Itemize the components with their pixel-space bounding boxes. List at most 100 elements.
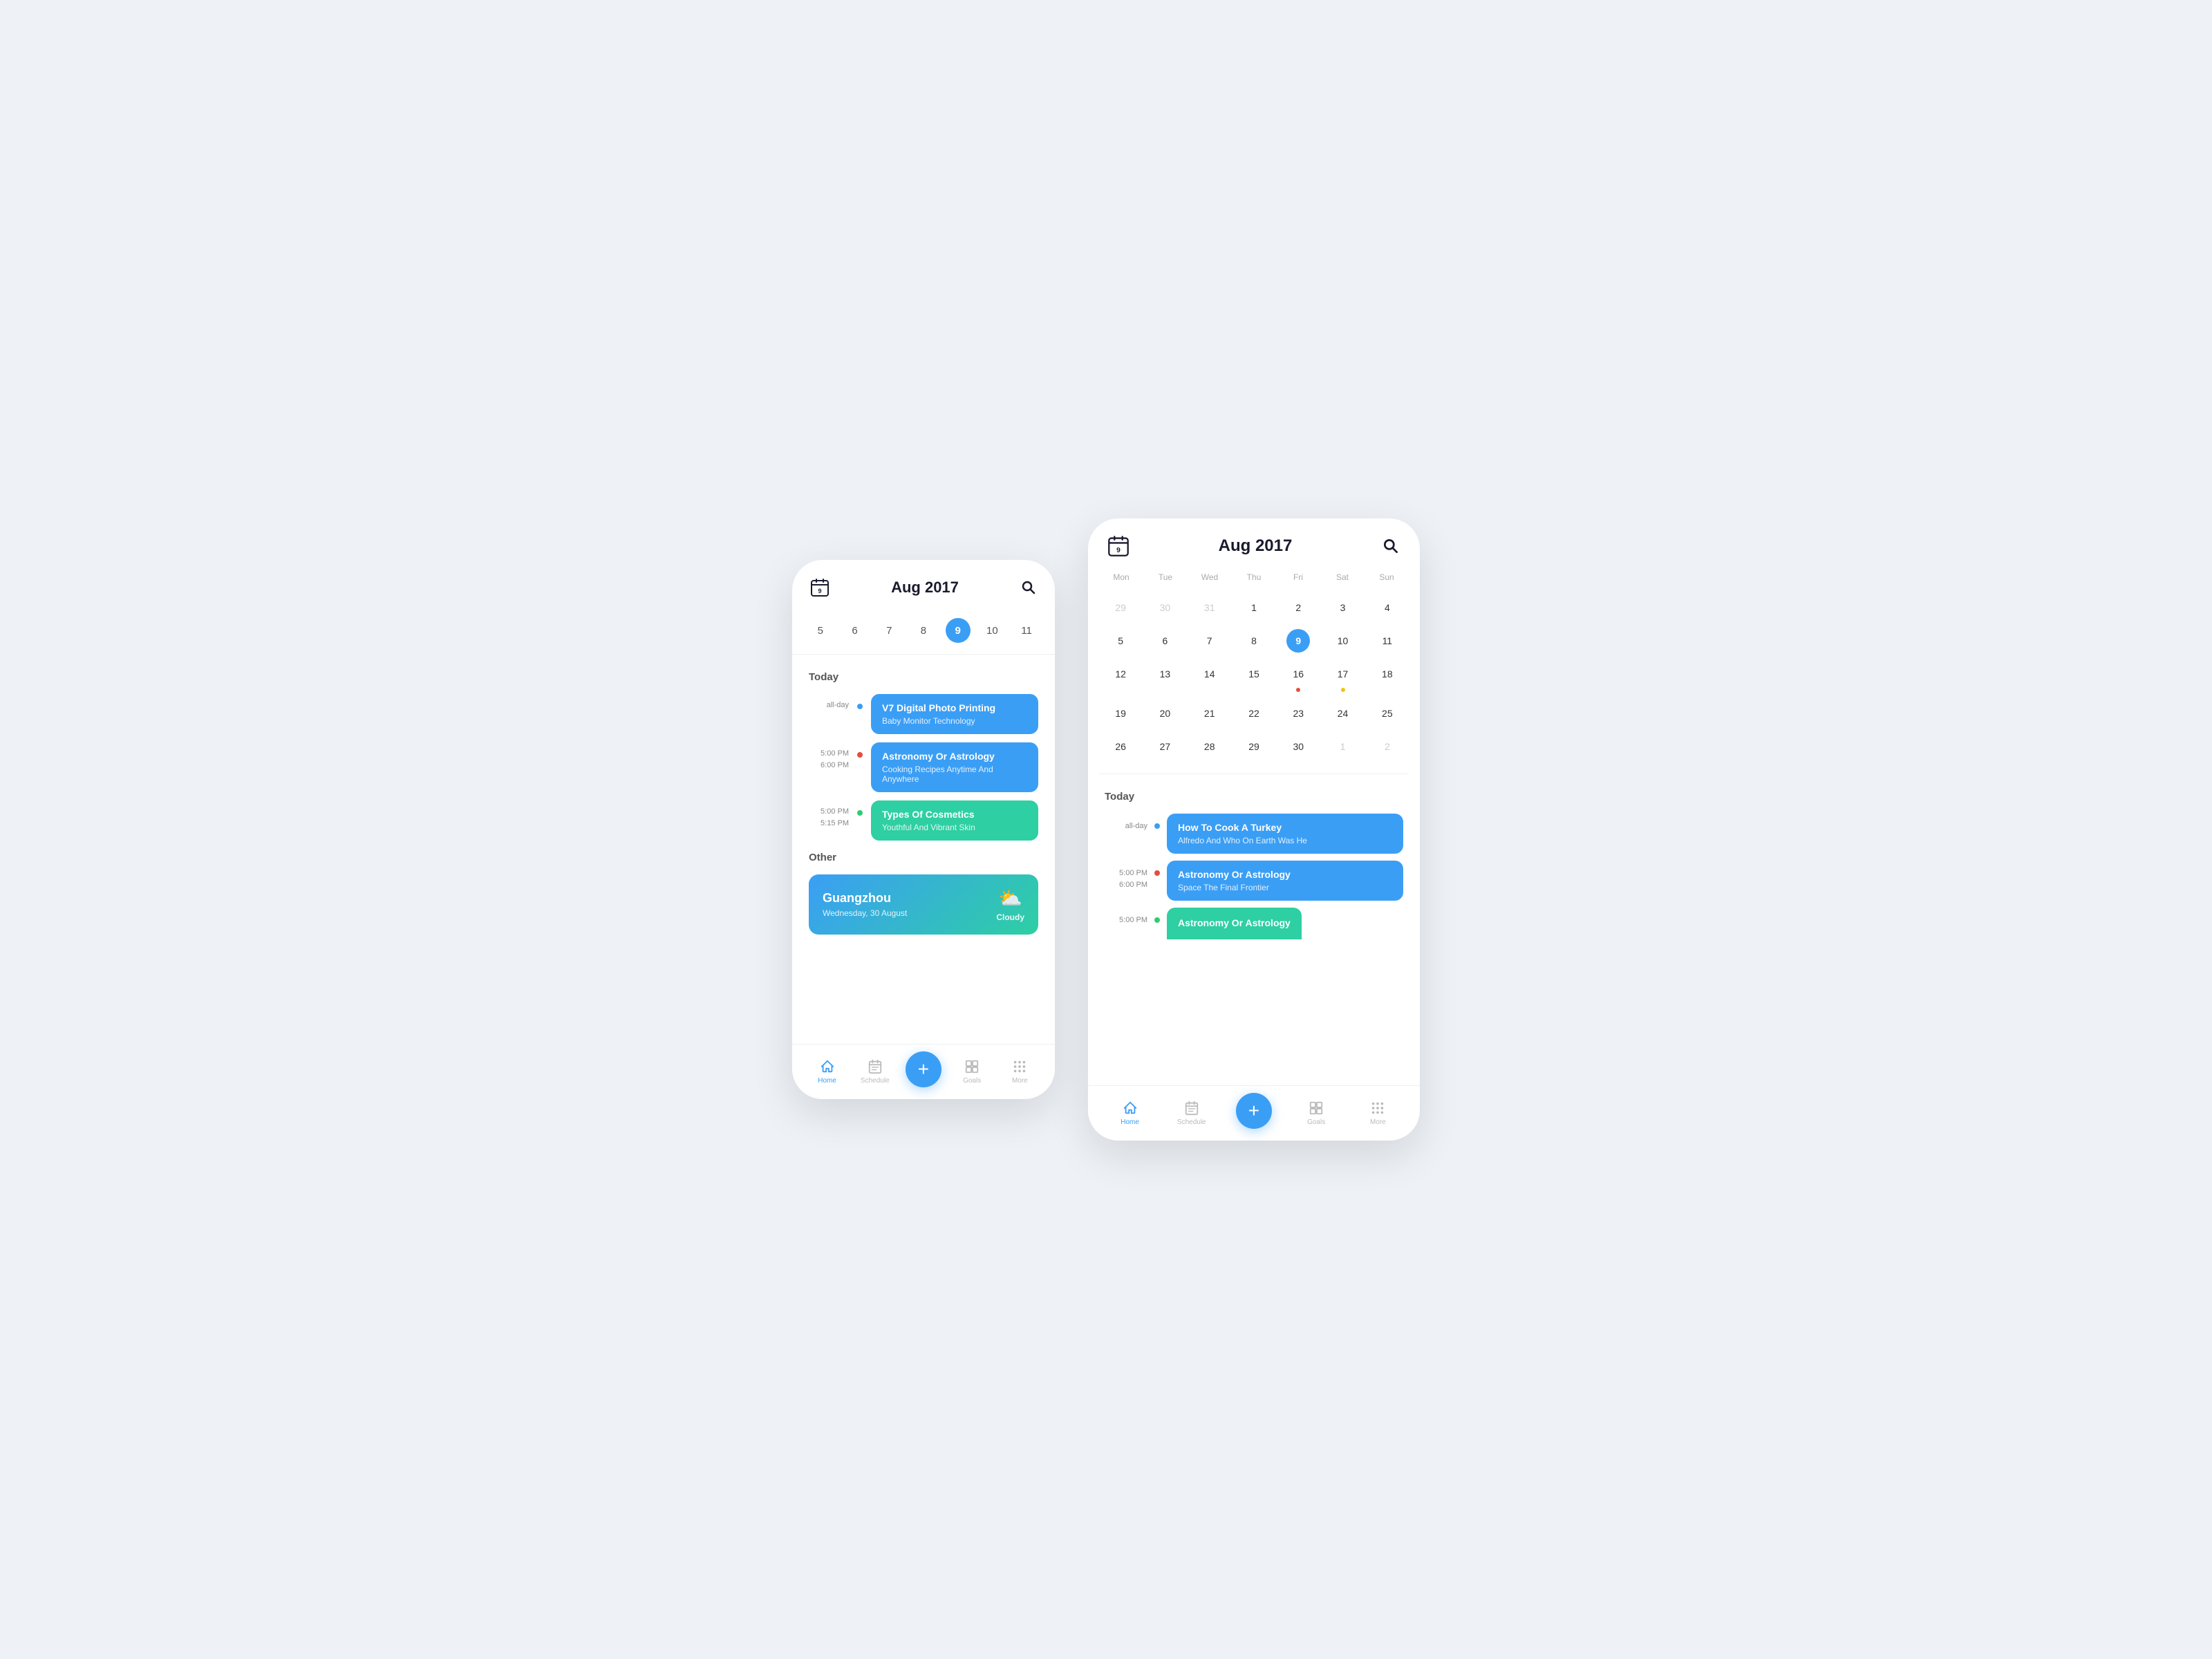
weather-date: Wednesday, 30 August bbox=[823, 908, 907, 918]
nav-home[interactable]: Home bbox=[810, 1059, 845, 1085]
cal-day[interactable]: 18 bbox=[1366, 658, 1409, 696]
cal-day[interactable]: 11 bbox=[1366, 625, 1409, 657]
fab-button-2[interactable]: + bbox=[1236, 1093, 1272, 1129]
cal-day[interactable]: 28 bbox=[1188, 731, 1231, 762]
phone-2: 9 Aug 2017 Mon Tue Wed Thu Fri Sat Sun bbox=[1088, 518, 1420, 1141]
event-dot bbox=[1154, 823, 1160, 829]
weekday-thu: Thu bbox=[1232, 568, 1276, 586]
calendar-icon[interactable]: 9 bbox=[809, 577, 831, 599]
cal-day[interactable]: 9 bbox=[1277, 625, 1320, 657]
cal-day[interactable]: 21 bbox=[1188, 697, 1231, 729]
day-num: 20 bbox=[1153, 702, 1177, 725]
day-num: 2 bbox=[1376, 735, 1399, 758]
week-day-7[interactable]: 7 bbox=[875, 618, 903, 643]
event-time-col: 5:00 PM 6:00 PM bbox=[1105, 861, 1147, 890]
weather-card[interactable]: Guangzhou Wednesday, 30 August ⛅ Cloudy bbox=[809, 874, 1038, 935]
phone-2-content: 9 Aug 2017 Mon Tue Wed Thu Fri Sat Sun bbox=[1088, 518, 1420, 1141]
svg-text:9: 9 bbox=[1116, 547, 1121, 554]
event-subtitle: Cooking Recipes Anytime And Anywhere bbox=[882, 765, 1027, 784]
cal-day[interactable]: 23 bbox=[1277, 697, 1320, 729]
cal-day[interactable]: 2 bbox=[1277, 592, 1320, 624]
city-name: Guangzhou bbox=[823, 891, 907, 906]
nav-goals[interactable]: Goals bbox=[955, 1059, 989, 1085]
cal-search-icon[interactable] bbox=[1381, 536, 1400, 556]
search-icon[interactable] bbox=[1019, 578, 1038, 597]
nav-goals-2[interactable]: Goals bbox=[1299, 1100, 1333, 1126]
event-row-large-1: all-day How To Cook A Turkey Alfredo And… bbox=[1105, 814, 1403, 854]
event-time-start: 5:00 PM bbox=[1119, 915, 1147, 926]
day-num: 22 bbox=[1242, 702, 1266, 725]
weekday-wed: Wed bbox=[1188, 568, 1232, 586]
nav-goals-label-2: Goals bbox=[1307, 1118, 1325, 1126]
cal-day[interactable]: 25 bbox=[1366, 697, 1409, 729]
cal-day[interactable]: 22 bbox=[1232, 697, 1275, 729]
cal-day[interactable]: 29 bbox=[1099, 592, 1142, 624]
event-dot-col bbox=[1154, 861, 1160, 876]
cal-day[interactable]: 14 bbox=[1188, 658, 1231, 696]
week-day-num: 11 bbox=[1014, 618, 1039, 643]
cal-day[interactable]: 24 bbox=[1321, 697, 1364, 729]
event-dot-red bbox=[1296, 688, 1300, 692]
cal-day[interactable]: 30 bbox=[1143, 592, 1186, 624]
nav-home-2[interactable]: Home bbox=[1113, 1100, 1147, 1126]
cal-day[interactable]: 26 bbox=[1099, 731, 1142, 762]
day-num: 7 bbox=[1198, 629, 1221, 653]
day-num: 27 bbox=[1153, 735, 1177, 758]
cal-day[interactable]: 29 bbox=[1232, 731, 1275, 762]
cal-day[interactable]: 20 bbox=[1143, 697, 1186, 729]
week-day-11[interactable]: 11 bbox=[1013, 618, 1040, 643]
cal-day[interactable]: 19 bbox=[1099, 697, 1142, 729]
month-year-title: Aug 2017 bbox=[891, 579, 959, 597]
cal-day[interactable]: 10 bbox=[1321, 625, 1364, 657]
week-day-9[interactable]: 9 bbox=[944, 618, 972, 643]
cal-day[interactable]: 4 bbox=[1366, 592, 1409, 624]
week-day-8[interactable]: 8 bbox=[910, 618, 937, 643]
week-day-6[interactable]: 6 bbox=[841, 618, 869, 643]
weekday-sat: Sat bbox=[1320, 568, 1365, 586]
event-time-end: 6:00 PM bbox=[1119, 879, 1147, 891]
cal-day[interactable]: 12 bbox=[1099, 658, 1142, 696]
cal-day[interactable]: 27 bbox=[1143, 731, 1186, 762]
cal-day[interactable]: 30 bbox=[1277, 731, 1320, 762]
nav-schedule-2[interactable]: Schedule bbox=[1174, 1100, 1209, 1126]
cloudy-icon: ⛅ bbox=[998, 887, 1022, 910]
weekday-sun: Sun bbox=[1365, 568, 1409, 586]
cal-day[interactable]: 6 bbox=[1143, 625, 1186, 657]
event-time-col: 5:00 PM bbox=[1105, 908, 1147, 926]
event-card-large-2[interactable]: Astronomy Or Astrology Space The Final F… bbox=[1167, 861, 1403, 901]
nav-schedule-label-2: Schedule bbox=[1177, 1118, 1206, 1126]
cal-day-16[interactable]: 16 bbox=[1277, 658, 1320, 696]
calendar-icon-2[interactable]: 9 bbox=[1107, 535, 1130, 557]
day-num: 17 bbox=[1331, 662, 1355, 686]
cal-day[interactable]: 5 bbox=[1099, 625, 1142, 657]
nav-more-2[interactable]: More bbox=[1360, 1100, 1395, 1126]
cal-day[interactable]: 1 bbox=[1232, 592, 1275, 624]
day-num: 14 bbox=[1198, 662, 1221, 686]
nav-home-label: Home bbox=[818, 1077, 836, 1085]
cal-day-17[interactable]: 17 bbox=[1321, 658, 1364, 696]
cal-day[interactable]: 3 bbox=[1321, 592, 1364, 624]
event-card-large-1[interactable]: How To Cook A Turkey Alfredo And Who On … bbox=[1167, 814, 1403, 854]
week-day-10[interactable]: 10 bbox=[978, 618, 1006, 643]
event-time-col: 5:00 PM 5:15 PM bbox=[809, 800, 849, 829]
week-day-5[interactable]: 5 bbox=[807, 618, 834, 643]
cal-day[interactable]: 8 bbox=[1232, 625, 1275, 657]
event-subtitle: Space The Final Frontier bbox=[1178, 883, 1392, 892]
cal-day[interactable]: 31 bbox=[1188, 592, 1231, 624]
day-num: 4 bbox=[1376, 596, 1399, 619]
cal-day[interactable]: 13 bbox=[1143, 658, 1186, 696]
week-day-num: 6 bbox=[843, 618, 868, 643]
event-card-3[interactable]: Types Of Cosmetics Youthful And Vibrant … bbox=[871, 800, 1038, 841]
cal-day[interactable]: 2 bbox=[1366, 731, 1409, 762]
event-title: Astronomy Or Astrology bbox=[1178, 869, 1392, 880]
fab-button[interactable]: + bbox=[906, 1051, 941, 1087]
cal-day[interactable]: 1 bbox=[1321, 731, 1364, 762]
event-dot bbox=[857, 704, 863, 709]
event-card-2[interactable]: Astronomy Or Astrology Cooking Recipes A… bbox=[871, 742, 1038, 792]
event-card-1[interactable]: V7 Digital Photo Printing Baby Monitor T… bbox=[871, 694, 1038, 734]
cal-day[interactable]: 15 bbox=[1232, 658, 1275, 696]
nav-more[interactable]: More bbox=[1002, 1059, 1037, 1085]
cal-day[interactable]: 7 bbox=[1188, 625, 1231, 657]
event-card-large-3[interactable]: Astronomy Or Astrology bbox=[1167, 908, 1302, 939]
nav-schedule[interactable]: Schedule bbox=[858, 1059, 892, 1085]
